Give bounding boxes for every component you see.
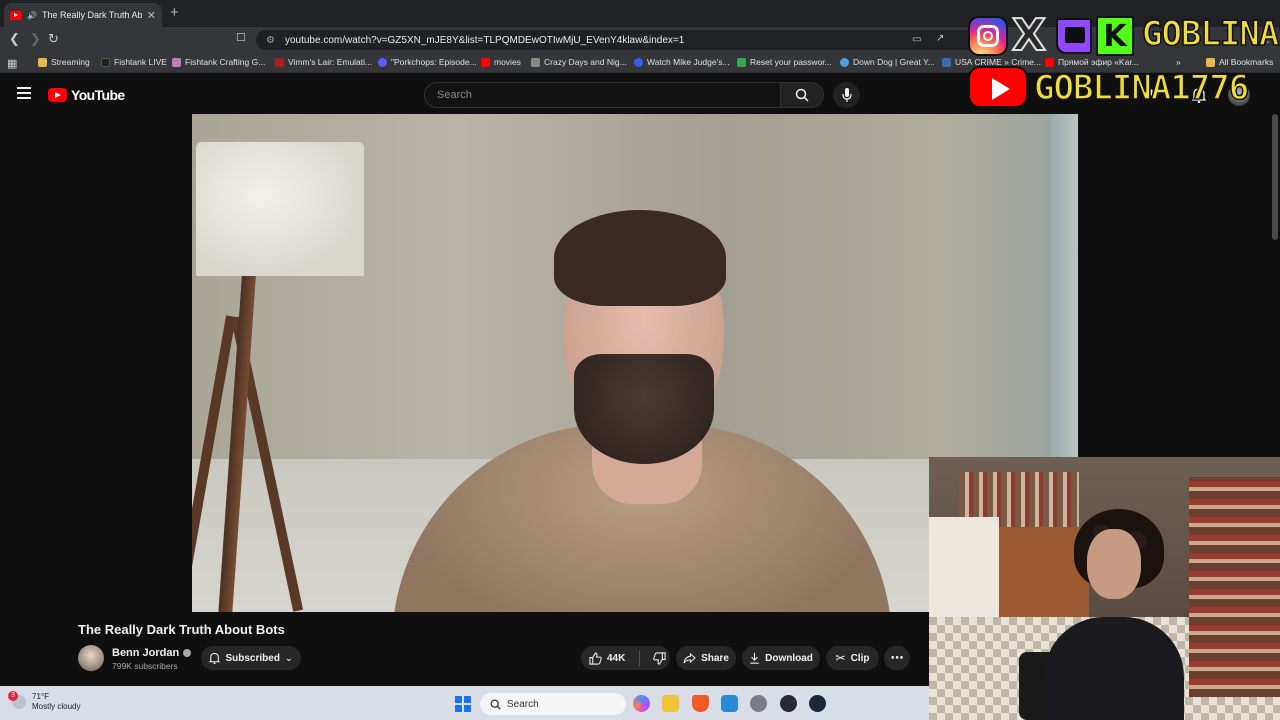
speaker-icon[interactable]: 🔊 [27,11,37,20]
address-bar[interactable]: ⚙ youtube.com/watch?v=GZ5XN_mJE8Y&list=T… [256,30,976,50]
share-page-icon[interactable]: ↗ [936,33,944,44]
share-button[interactable]: Share [676,646,736,670]
twitch-icon [1056,18,1092,54]
search-input[interactable]: Search [424,82,781,108]
weather-widget[interactable]: 3 71°F Mostly cloudy [8,691,81,712]
bookmark-2[interactable]: Fishtank Crafting G... [172,57,265,67]
bookmark-0[interactable]: Streaming [38,57,90,67]
social-handle-bottom: GOBLINA1776 [1033,67,1250,109]
obs-icon[interactable] [780,695,797,712]
subscribed-button[interactable]: Subscribed ⌄ [201,646,301,670]
search-button[interactable] [780,82,824,108]
menu-icon[interactable] [17,87,31,99]
video-title: The Really Dark Truth About Bots [78,622,285,637]
like-button[interactable]: 44K [589,651,626,665]
new-tab-icon[interactable]: + [170,4,179,21]
bookmark-4[interactable]: "Porkchops: Episode... [378,57,477,67]
forward-icon[interactable]: ❯ [30,31,41,47]
weather-desc: Mostly cloudy [32,702,81,711]
bookmark-7[interactable]: Watch Mike Judge's... [634,57,730,67]
download-button[interactable]: Download [742,646,820,670]
settings-gear-icon[interactable] [750,695,767,712]
share-icon [683,652,696,663]
page-scrollbar[interactable] [1272,114,1278,240]
cloud-icon: 3 [8,691,26,709]
bookmark-6[interactable]: Crazy Days and Nig... [531,57,627,67]
subscriber-count: 799K subscribers [112,661,178,671]
social-handle-top: GOBLINA911 [1141,13,1280,55]
weather-temp: 71°F [32,692,49,701]
dislike-button[interactable] [653,651,666,665]
notification-badge: 3 [8,691,18,701]
x-icon: X [1011,10,1047,61]
more-actions-button[interactable]: ⋯ [884,646,910,670]
webcam-overlay [929,457,1280,720]
subscribed-label: Subscribed [225,652,280,664]
thumbs-down-icon [653,651,666,665]
thumbs-up-icon [589,651,602,665]
start-windows-icon[interactable] [455,696,471,712]
clip-button[interactable]: ✂ Clip [826,646,879,670]
tab-close-icon[interactable]: ✕ [147,9,156,22]
channel-avatar[interactable] [78,645,104,671]
download-icon [750,652,759,664]
tab-title: The Really Dark Truth About Bots [41,10,142,20]
bookmark-8[interactable]: Reset your passwor... [737,57,832,67]
kick-icon: K [1096,16,1134,56]
clip-label: Clip [850,652,870,664]
share-label: Share [701,652,729,664]
site-info-icon[interactable]: ⚙ [266,35,275,46]
browser-tab[interactable]: 🔊 The Really Dark Truth About Bots ✕ [4,3,162,27]
reload-icon[interactable]: ↻ [48,31,59,47]
search-placeholder: Search [437,89,472,101]
file-explorer-icon[interactable] [662,695,679,712]
youtube-icon [968,66,1028,108]
channel-name-text: Benn Jordan [112,647,180,659]
taskbar-search[interactable]: Search [480,693,626,715]
social-handles-overlay: X K GOBLINA911 GOBLINA1776 [968,10,1280,112]
back-icon[interactable]: ❮ [9,31,20,47]
bookmark-star-icon[interactable]: ☐ [236,31,246,44]
youtube-favicon-icon [10,10,22,20]
verified-icon [183,649,192,657]
notepad-icon[interactable] [721,695,738,712]
bookmark-9[interactable]: Down Dog | Great Y... [840,57,935,67]
taskbar-search-label: Search [507,698,539,710]
copilot-icon[interactable] [633,695,650,712]
like-count: 44K [607,652,626,664]
bookmark-1[interactable]: Fishtank LIVE [101,57,167,67]
more-icon: ⋯ [890,650,904,665]
bookmark-3[interactable]: Vimm's Lair: Emulati... [275,57,372,67]
voice-search-button[interactable] [833,82,860,108]
lamp-shade [196,142,364,276]
url-text: youtube.com/watch?v=GZ5XN_mJE8Y&list=TLP… [284,34,685,46]
cast-icon[interactable]: ▭ [912,34,921,45]
apps-grid-icon[interactable]: ▦ [7,57,17,70]
microphone-icon [841,88,852,102]
like-dislike-group: 44K [581,646,670,670]
channel-name[interactable]: Benn Jordan [112,647,192,659]
youtube-logo-text: YouTube [71,87,125,103]
steam-icon[interactable] [809,695,826,712]
bell-icon [209,652,221,664]
youtube-logo[interactable]: YouTube [48,87,125,103]
instagram-icon [968,16,1008,56]
search-icon [490,699,501,710]
chevron-down-icon: ⌄ [284,652,293,663]
scissors-icon: ✂ [835,651,846,665]
download-label: Download [765,652,813,664]
search-icon [795,88,809,102]
youtube-logo-icon [48,88,67,102]
bookmark-5[interactable]: movies [481,57,521,67]
brave-browser-icon[interactable] [692,695,709,712]
